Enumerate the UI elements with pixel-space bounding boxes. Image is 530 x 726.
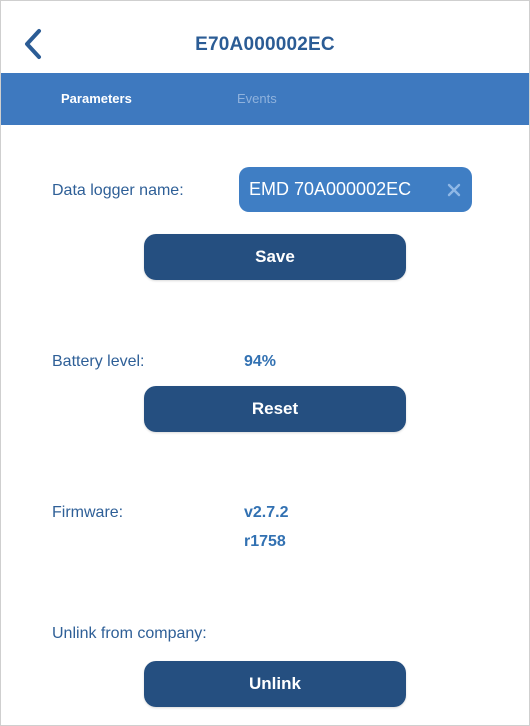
app-screen: E70A000002EC Parameters Events Data logg…: [0, 0, 530, 726]
firmware-version: v2.7.2: [244, 504, 289, 521]
battery-label: Battery level:: [52, 353, 145, 370]
logger-name-field[interactable]: EMD 70A000002EC: [239, 167, 472, 212]
tab-parameters[interactable]: Parameters: [61, 91, 132, 106]
header: E70A000002EC: [1, 1, 529, 73]
unlink-label: Unlink from company:: [52, 625, 207, 642]
save-button[interactable]: Save: [144, 234, 406, 280]
page-title: E70A000002EC: [195, 34, 335, 55]
firmware-revision: r1758: [244, 533, 286, 550]
firmware-label: Firmware:: [52, 504, 124, 521]
battery-value: 94%: [244, 353, 277, 370]
logger-name-label: Data logger name:: [52, 182, 184, 199]
tab-bar: Parameters Events: [1, 73, 529, 125]
tab-events[interactable]: Events: [237, 91, 277, 106]
logger-name-value: EMD 70A000002EC: [249, 179, 412, 199]
clear-icon[interactable]: [444, 180, 464, 200]
reset-button[interactable]: Reset: [144, 386, 406, 432]
unlink-button[interactable]: Unlink: [144, 661, 406, 707]
